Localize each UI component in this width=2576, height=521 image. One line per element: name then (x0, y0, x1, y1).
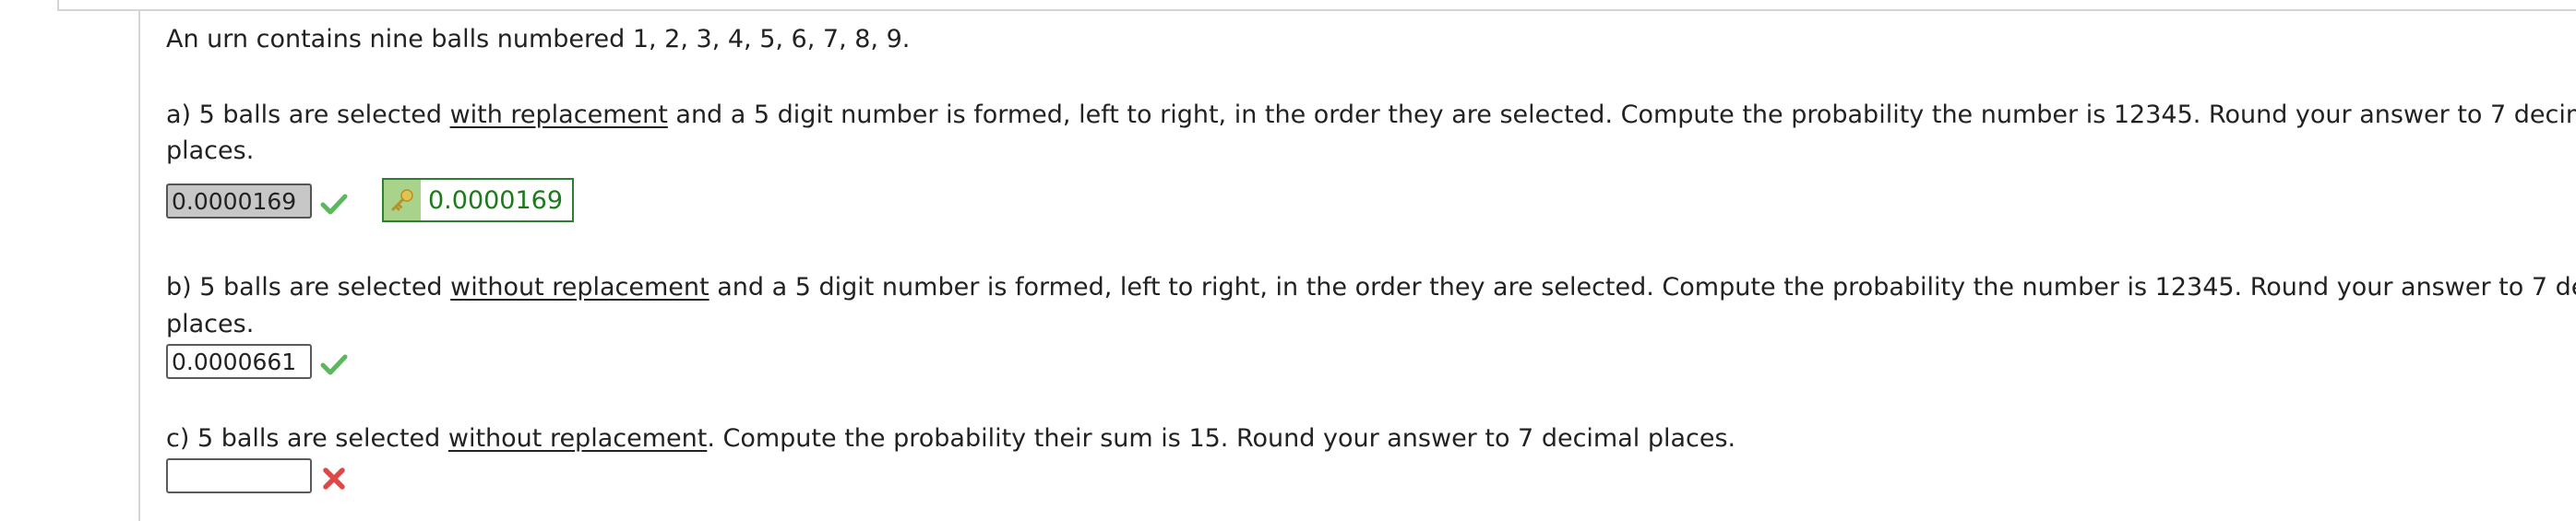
part-c-x-icon (323, 468, 345, 490)
question-intro: An urn contains nine balls numbered 1, 2… (166, 25, 911, 53)
part-b-underlined: without replacement (450, 273, 710, 302)
key-icon (384, 180, 421, 220)
part-b-text: b) 5 balls are selected without replacem… (166, 270, 2576, 305)
part-c-underlined: without replacement (447, 424, 708, 453)
part-a-text: a) 5 balls are selected with replacement… (166, 98, 2576, 133)
part-b-suffix: and a 5 digit number is formed, left to … (709, 273, 2576, 302)
part-a-underlined: with replacement (449, 101, 668, 129)
left-margin-rule (138, 11, 140, 521)
part-b-answer-input[interactable] (166, 344, 312, 379)
part-a-suffix: and a 5 digit number is formed, left to … (667, 101, 2576, 129)
part-c-prefix: c) 5 balls are selected (166, 424, 448, 453)
part-c-suffix: . Compute the probability their sum is 1… (707, 424, 1736, 453)
part-a-text-line2: places. (166, 136, 255, 165)
part-a-prefix: a) 5 balls are selected (166, 101, 450, 129)
part-a-check-icon (320, 194, 348, 215)
question-content: An urn contains nine balls numbered 1, 2… (166, 0, 2576, 521)
part-a-answer-input[interactable] (166, 184, 312, 219)
part-b-check-icon (320, 354, 348, 375)
part-c-text: c) 5 balls are selected without replacem… (166, 421, 1735, 456)
part-c-answer-input[interactable] (166, 458, 312, 493)
part-a-answer-key-box: 0.0000169 (382, 178, 575, 222)
part-b-prefix: b) 5 balls are selected (166, 273, 451, 302)
part-a-key-answer: 0.0000169 (428, 185, 564, 215)
part-b-text-line2: places. (166, 310, 255, 338)
